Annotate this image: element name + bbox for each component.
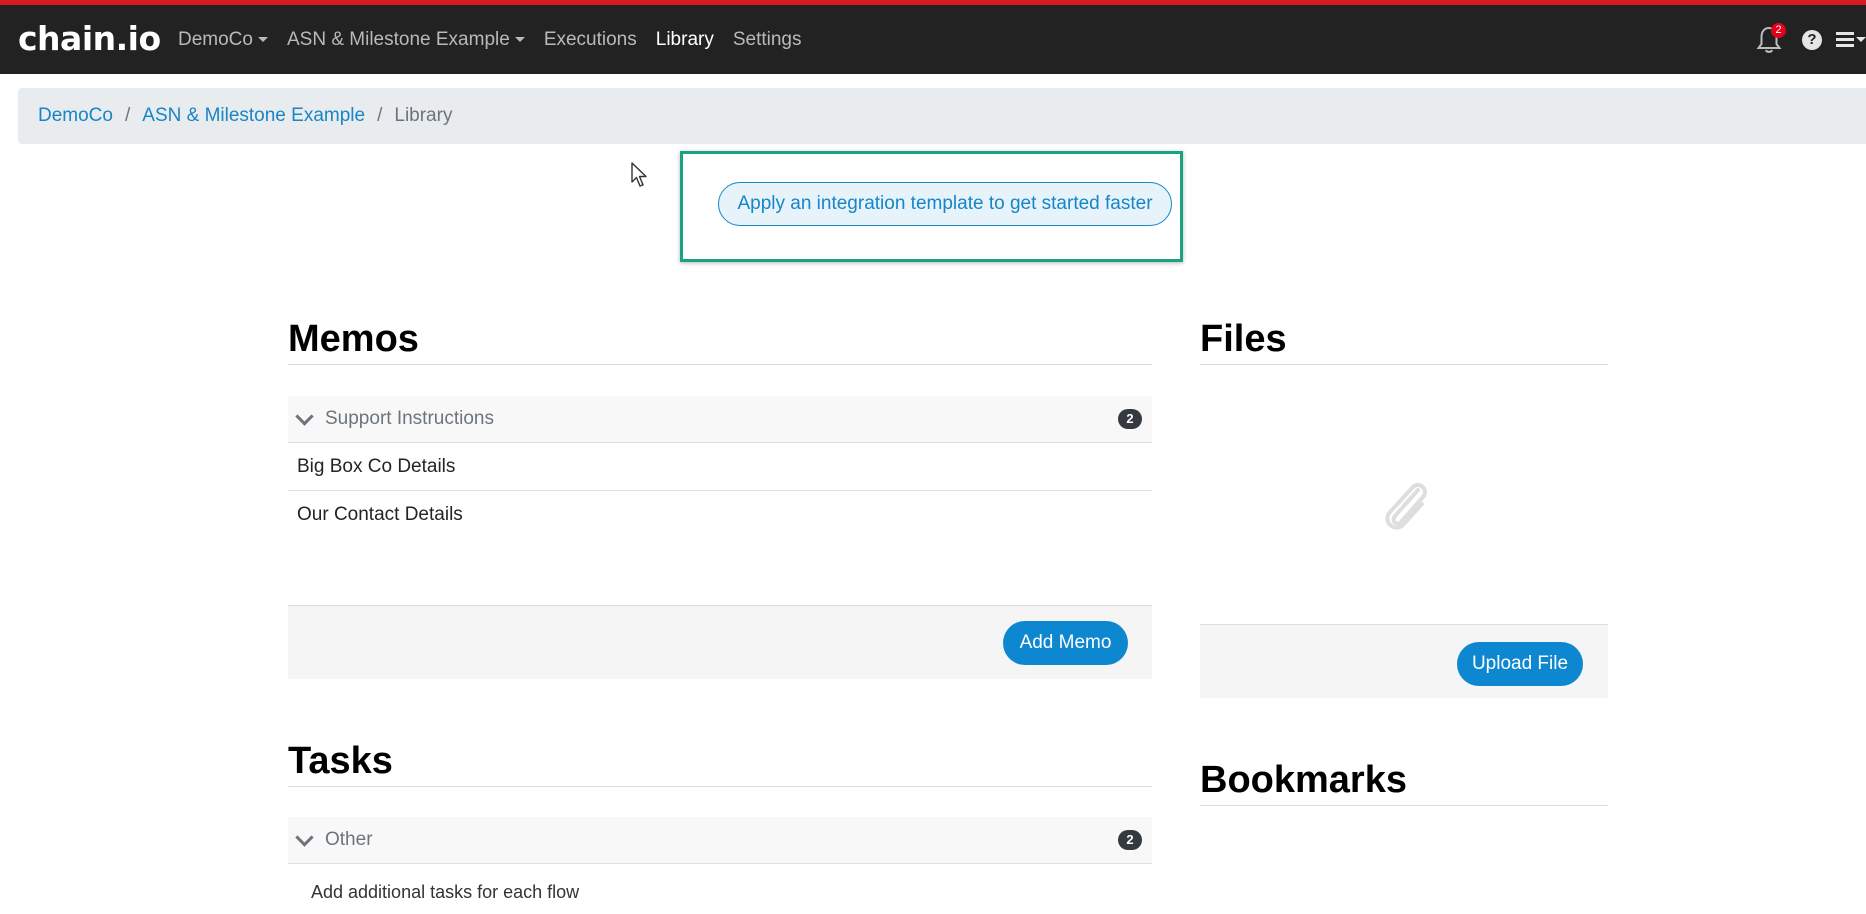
upload-file-button[interactable]: Upload File	[1457, 642, 1583, 686]
bookmarks-divider	[1200, 805, 1608, 806]
breadcrumb-link-asn-milestone-example[interactable]: ASN & Milestone Example	[142, 105, 365, 127]
tasks-divider	[288, 786, 1152, 787]
chain-io-logo[interactable]: chain.io	[18, 19, 161, 58]
task-item-add-additional-tasks[interactable]: Add additional tasks for each flow	[288, 870, 1152, 914]
top-navbar: chain.io DemoCo ASN & Milestone Example …	[0, 5, 1866, 74]
hamburger-menu-icon	[1836, 29, 1854, 50]
memo-item-big-box-co-details[interactable]: Big Box Co Details	[288, 443, 1152, 491]
memo-item-our-contact-details[interactable]: Our Contact Details	[288, 491, 1152, 539]
mouse-cursor-icon	[631, 162, 647, 187]
files-heading: Files	[1200, 318, 1287, 360]
breadcrumb-separator: /	[377, 105, 383, 126]
template-cta-highlight: Apply an integration template to get sta…	[680, 151, 1183, 262]
bookmarks-heading: Bookmarks	[1200, 759, 1407, 801]
breadcrumb-separator: /	[124, 105, 131, 126]
nav-item-asn-milestone-example[interactable]: ASN & Milestone Example	[287, 29, 525, 51]
nav-menu: DemoCo ASN & Milestone Example Execution…	[178, 5, 821, 74]
nav-item-executions[interactable]: Executions	[544, 29, 637, 51]
help-question-icon[interactable]: ?	[1802, 29, 1822, 50]
breadcrumb-current: Library	[394, 105, 453, 126]
caret-down-icon	[257, 37, 268, 42]
files-divider	[1200, 364, 1608, 365]
apply-integration-template-button[interactable]: Apply an integration template to get sta…	[718, 182, 1172, 226]
breadcrumb: DemoCo / ASN & Milestone Example / Libra…	[18, 88, 1866, 144]
memos-heading: Memos	[288, 318, 419, 360]
notification-count-badge: 2	[1771, 22, 1786, 38]
chevron-down-icon	[295, 827, 314, 847]
main-menu-toggle[interactable]	[1836, 29, 1866, 50]
caret-down-icon	[514, 37, 525, 42]
files-footer: Upload File	[1200, 624, 1608, 698]
tasks-heading: Tasks	[288, 740, 393, 782]
task-group-label: Other	[325, 829, 373, 850]
memo-group-label: Support Instructions	[325, 408, 494, 429]
nav-item-democo[interactable]: DemoCo	[178, 29, 268, 51]
add-memo-button[interactable]: Add Memo	[1003, 621, 1128, 665]
nav-right-controls: 2 ?	[1756, 5, 1866, 74]
notifications-button[interactable]: 2	[1756, 22, 1786, 55]
memos-footer: Add Memo	[288, 605, 1152, 679]
nav-item-library[interactable]: Library	[656, 29, 714, 51]
nav-item-settings[interactable]: Settings	[733, 29, 802, 51]
caret-down-icon	[1856, 37, 1866, 42]
task-group-other[interactable]: Other 2	[288, 817, 1152, 864]
breadcrumb-link-democo[interactable]: DemoCo	[38, 105, 113, 127]
paperclip-icon	[1385, 483, 1427, 530]
memo-group-count-badge: 2	[1118, 409, 1142, 429]
chevron-down-icon	[295, 406, 314, 426]
memo-group-support-instructions[interactable]: Support Instructions 2	[288, 396, 1152, 443]
task-group-count-badge: 2	[1118, 830, 1142, 850]
memos-divider	[288, 364, 1152, 365]
